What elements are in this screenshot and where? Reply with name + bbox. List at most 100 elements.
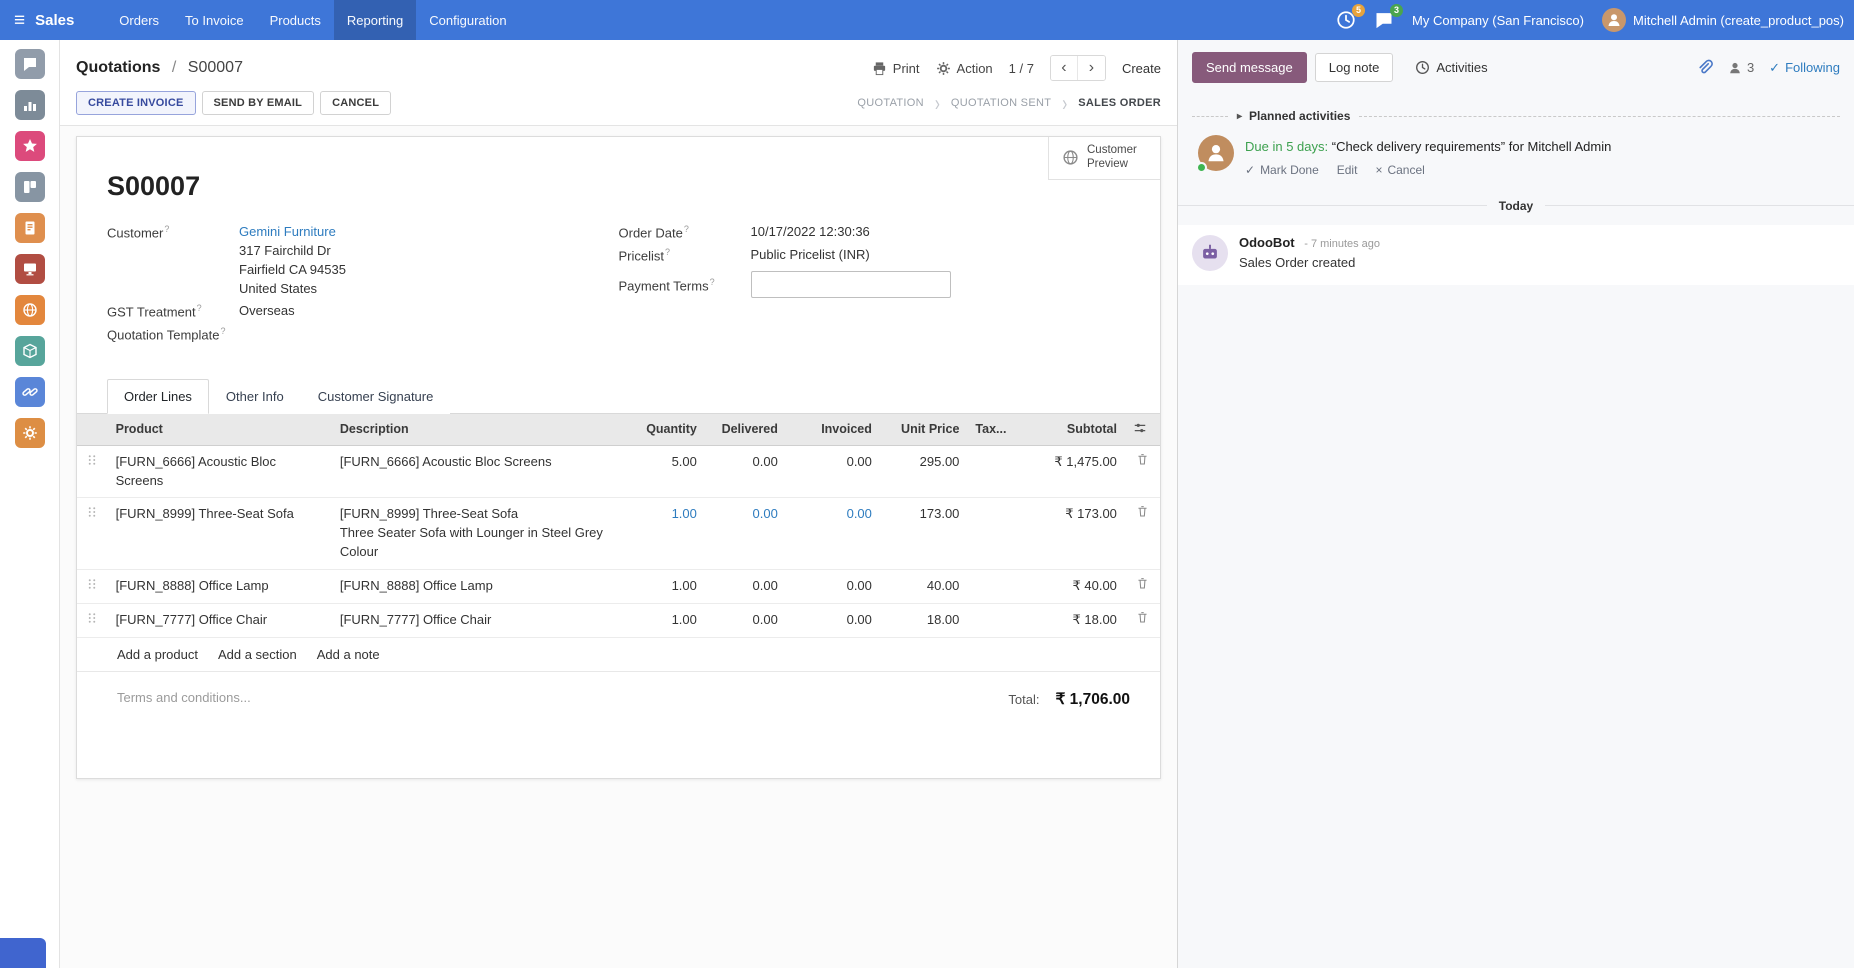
tab-customer-signature[interactable]: Customer Signature: [301, 379, 451, 414]
menu-products[interactable]: Products: [257, 0, 334, 40]
product-cell[interactable]: [FURN_8888] Office Lamp: [108, 569, 332, 603]
state-quotation[interactable]: QUOTATION: [857, 97, 923, 109]
description-column-header[interactable]: Description: [332, 414, 633, 446]
company-switcher[interactable]: My Company (San Francisco): [1412, 13, 1584, 28]
schedule-activity-button[interactable]: Activities: [1409, 59, 1493, 76]
attach-files-button[interactable]: [1696, 59, 1713, 76]
cancel-activity-button[interactable]: × Cancel: [1375, 163, 1424, 177]
mark-done-button[interactable]: ✓ Mark Done: [1245, 163, 1319, 177]
menu-reporting[interactable]: Reporting: [334, 0, 416, 40]
delete-row-button[interactable]: [1125, 445, 1160, 498]
message-author[interactable]: OdooBot: [1239, 235, 1295, 250]
hamburger-icon[interactable]: ≡: [14, 11, 25, 30]
customer-link[interactable]: Gemini Furniture: [239, 224, 336, 239]
table-row[interactable]: [FURN_8888] Office Lamp [FURN_8888] Offi…: [77, 569, 1160, 603]
product-cell[interactable]: [FURN_6666] Acoustic Bloc Screens: [108, 445, 332, 498]
delivered-column-header[interactable]: Delivered: [705, 414, 786, 446]
sidebar-app-website[interactable]: [15, 295, 45, 325]
taxes-cell[interactable]: [967, 445, 1015, 498]
menu-orders[interactable]: Orders: [106, 0, 172, 40]
delivered-cell[interactable]: 0.00: [705, 445, 786, 498]
delete-row-button[interactable]: [1125, 498, 1160, 570]
table-row[interactable]: [FURN_8999] Three-Seat Sofa [FURN_8999] …: [77, 498, 1160, 570]
planned-activities-toggle[interactable]: ▸ Planned activities: [1228, 109, 1359, 123]
unit-price-cell[interactable]: 173.00: [880, 498, 968, 570]
create-button[interactable]: Create: [1122, 61, 1161, 76]
user-name[interactable]: Mitchell Admin (create_product_pos): [1633, 13, 1844, 28]
optional-columns-button[interactable]: [1125, 414, 1160, 446]
unit-price-cell[interactable]: 295.00: [880, 445, 968, 498]
sidebar-app-point-of-sale[interactable]: [15, 254, 45, 284]
taxes-cell[interactable]: [967, 498, 1015, 570]
send-by-email-button[interactable]: SEND BY EMAIL: [202, 91, 315, 115]
sidebar-bottom-widget[interactable]: [0, 938, 46, 968]
drag-handle-icon[interactable]: [77, 569, 108, 603]
drag-handle-icon[interactable]: [77, 498, 108, 570]
log-note-button[interactable]: Log note: [1315, 53, 1394, 82]
quantity-cell[interactable]: 5.00: [633, 445, 705, 498]
drag-handle-icon[interactable]: [77, 445, 108, 498]
edit-activity-button[interactable]: Edit: [1337, 163, 1358, 177]
delivered-cell[interactable]: 0.00: [705, 569, 786, 603]
menu-to-invoice[interactable]: To Invoice: [172, 0, 257, 40]
tab-order-lines[interactable]: Order Lines: [107, 379, 209, 414]
invoiced-column-header[interactable]: Invoiced: [786, 414, 880, 446]
create-invoice-button[interactable]: CREATE INVOICE: [76, 91, 196, 115]
description-cell[interactable]: [FURN_7777] Office Chair: [332, 603, 633, 637]
taxes-column-header[interactable]: Tax...: [967, 414, 1015, 446]
quantity-cell[interactable]: 1.00: [633, 498, 705, 570]
sidebar-app-settings[interactable]: [15, 418, 45, 448]
menu-configuration[interactable]: Configuration: [416, 0, 519, 40]
order-date-field-value[interactable]: 10/17/2022 12:30:36: [751, 224, 870, 239]
quantity-column-header[interactable]: Quantity: [633, 414, 705, 446]
sidebar-app-sales[interactable]: [15, 172, 45, 202]
description-cell[interactable]: [FURN_6666] Acoustic Bloc Screens: [332, 445, 633, 498]
delete-row-button[interactable]: [1125, 569, 1160, 603]
add-product-link[interactable]: Add a product: [117, 647, 198, 662]
followers-button[interactable]: 3: [1728, 60, 1754, 75]
description-cell[interactable]: [FURN_8999] Three-Seat Sofa Three Seater…: [332, 498, 633, 570]
activities-systray-button[interactable]: 5: [1336, 10, 1356, 30]
tab-other-info[interactable]: Other Info: [209, 379, 301, 414]
table-row[interactable]: [FURN_7777] Office Chair [FURN_7777] Off…: [77, 603, 1160, 637]
send-message-button[interactable]: Send message: [1192, 52, 1307, 83]
add-note-link[interactable]: Add a note: [317, 647, 380, 662]
sidebar-app-invoicing[interactable]: [15, 213, 45, 243]
product-cell[interactable]: [FURN_7777] Office Chair: [108, 603, 332, 637]
invoiced-cell[interactable]: 0.00: [786, 445, 880, 498]
user-menu[interactable]: Mitchell Admin (create_product_pos): [1602, 8, 1844, 32]
delivered-cell[interactable]: 0.00: [705, 603, 786, 637]
apps-menu-toggle[interactable]: ≡ Sales: [0, 0, 84, 40]
cancel-button[interactable]: CANCEL: [320, 91, 391, 115]
following-button[interactable]: ✓ Following: [1769, 60, 1840, 76]
unit-price-column-header[interactable]: Unit Price: [880, 414, 968, 446]
subtotal-column-header[interactable]: Subtotal: [1016, 414, 1125, 446]
sidebar-app-purchase[interactable]: [15, 377, 45, 407]
gst-treatment-field-value[interactable]: Overseas: [239, 303, 295, 318]
drag-handle-icon[interactable]: [77, 603, 108, 637]
sidebar-app-crm[interactable]: [15, 131, 45, 161]
pager-next-button[interactable]: ›: [1078, 56, 1105, 80]
product-column-header[interactable]: Product: [108, 414, 332, 446]
unit-price-cell[interactable]: 18.00: [880, 603, 968, 637]
sidebar-app-discuss[interactable]: [15, 49, 45, 79]
sidebar-app-inventory[interactable]: [15, 336, 45, 366]
delivered-cell[interactable]: 0.00: [705, 498, 786, 570]
add-section-link[interactable]: Add a section: [218, 647, 297, 662]
description-cell[interactable]: [FURN_8888] Office Lamp: [332, 569, 633, 603]
quantity-cell[interactable]: 1.00: [633, 569, 705, 603]
terms-and-conditions-field[interactable]: Terms and conditions...: [117, 690, 251, 709]
invoiced-cell[interactable]: 0.00: [786, 569, 880, 603]
sidebar-app-dashboards[interactable]: [15, 90, 45, 120]
product-cell[interactable]: [FURN_8999] Three-Seat Sofa: [108, 498, 332, 570]
quantity-cell[interactable]: 1.00: [633, 603, 705, 637]
payment-terms-input[interactable]: [751, 271, 951, 298]
pager-previous-button[interactable]: ‹: [1051, 56, 1078, 80]
action-button[interactable]: Action: [936, 61, 993, 76]
taxes-cell[interactable]: [967, 603, 1015, 637]
taxes-cell[interactable]: [967, 569, 1015, 603]
state-sales-order[interactable]: SALES ORDER: [1078, 97, 1161, 109]
state-quotation-sent[interactable]: QUOTATION SENT: [951, 97, 1051, 109]
unit-price-cell[interactable]: 40.00: [880, 569, 968, 603]
table-row[interactable]: [FURN_6666] Acoustic Bloc Screens [FURN_…: [77, 445, 1160, 498]
